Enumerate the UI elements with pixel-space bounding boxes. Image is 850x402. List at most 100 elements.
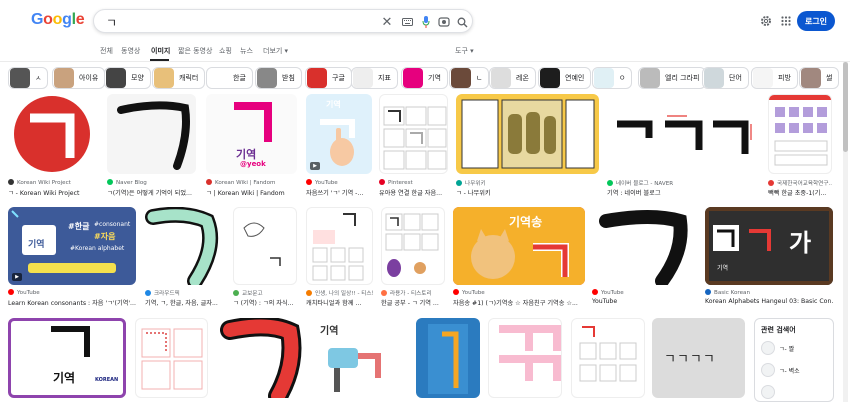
result-image[interactable] [218,318,305,398]
filter-chip[interactable]: 엘리 그라피 [638,67,707,89]
result-image[interactable] [107,94,196,174]
result-title[interactable]: 자음송 #1) (ㄱ)기역송 ☆ 자음친구 기역송 ☆... [453,298,585,307]
result-title[interactable]: 기역 : 네이버 블로그 [607,188,759,197]
result-image[interactable] [416,318,480,398]
tab-videos[interactable]: 동영상 [121,46,140,56]
filter-chip[interactable]: ㄴ [449,67,490,89]
tab-all[interactable]: 전체 [100,46,113,56]
result-image[interactable] [488,318,562,398]
result-title[interactable]: 자음쓰기 'ㄱ' 기역 -... [306,188,372,197]
filter-chip[interactable]: 지표 [351,67,398,89]
result-title[interactable]: Korean Alphabets Hangeul 03: Basic Con..… [705,298,833,305]
result-image[interactable]: 기역 KOREAN [8,318,126,398]
result-image[interactable] [456,94,599,174]
filter-chip[interactable]: ㅇ [592,67,633,89]
result-title[interactable]: ㄱ(기역)은 어떻게 기억이 되었... [107,188,196,197]
result-card[interactable]: Naver Blog ㄱ(기역)은 어떻게 기억이 되었... [107,94,196,198]
filter-chip[interactable]: ㅅ [8,67,49,89]
result-image[interactable]: 기역 ▶ [306,94,372,174]
result-title[interactable]: 기역, ㄱ, 한글, 자음, 글자... [145,298,224,307]
result-card[interactable]: 라용가 - 티스토리 한글 공부 - ㄱ 기역 ... [381,207,445,309]
scrollbar-thumb[interactable] [843,62,848,152]
result-card[interactable]: Pinterest 유아용 연결 한글 자음... [379,94,448,198]
result-card[interactable]: 기역 #한글 #consonant #자음 #Korean alphabet ▶… [8,207,136,309]
result-image[interactable] [233,207,297,285]
result-image[interactable]: 가 기역 [705,207,833,285]
result-title[interactable]: ㄱ - Korean Wiki Project [8,188,96,197]
filter-chip[interactable]: 레온 [489,67,536,89]
keyboard-icon[interactable] [400,15,414,29]
result-image[interactable]: 기역 #한글 #consonant #자음 #Korean alphabet ▶ [8,207,136,285]
search-box[interactable]: ㄱ ✕ [93,9,473,33]
result-image[interactable]: 기역송 [453,207,585,285]
result-card[interactable]: 인생, 나의 일상!! - 티스토리 캐치타니얼과 함께 ... [306,207,373,309]
filter-chip[interactable]: 모양 [104,67,151,89]
result-card[interactable]: 기역 ▶ YouTube 자음쓰기 'ㄱ' 기역 -... [306,94,372,198]
filter-chip[interactable]: 썰 [799,67,840,89]
result-image[interactable] [8,94,96,174]
result-title[interactable]: ㄱ - 나무위키 [456,188,599,197]
google-logo[interactable]: Google [31,11,85,29]
related-item[interactable] [761,385,831,399]
result-card[interactable]: 기역 KOREAN [8,318,126,402]
result-card[interactable]: 기역 @yeok Korean Wiki | Fandom ㄱ | Korean… [206,94,297,198]
tab-images[interactable]: 이미지 [151,46,170,56]
settings-icon[interactable] [758,13,774,29]
result-image[interactable] [379,94,448,174]
filter-chip[interactable]: 구글 [305,67,352,89]
result-image[interactable] [381,207,445,285]
filter-chip[interactable]: 아이유 [52,67,106,89]
result-title[interactable]: YouTube [592,298,697,305]
result-title[interactable]: 빽빽 한글 초중-1(기... [768,188,832,197]
result-image[interactable] [607,94,759,174]
result-card[interactable]: 국제한국어교육학연구... 빽빽 한글 초중-1(기... [768,94,832,198]
filter-chip[interactable]: 받침 [255,67,302,89]
filter-chip[interactable]: 피방 [751,67,798,89]
filter-chip[interactable]: 기역 [401,67,448,89]
result-card[interactable]: YouTube YouTube [592,207,697,309]
result-title[interactable]: ㄱ (기역) : ㄱ의 자식... [233,298,297,307]
result-image[interactable] [592,207,697,285]
search-input[interactable]: ㄱ [106,14,117,31]
result-image[interactable] [768,94,832,174]
result-image[interactable] [145,207,224,285]
filter-chip[interactable]: 캐릭터 [152,67,206,89]
result-image[interactable]: 기역 @yeok [206,94,297,174]
tab-short-videos[interactable]: 짧은 동영상 [178,46,212,56]
clear-icon[interactable]: ✕ [380,15,394,30]
result-title[interactable]: Learn Korean consonants : 자음 'ㄱ'(기역'... [8,298,136,307]
result-card[interactable] [135,318,208,402]
result-card[interactable]: 가 기역 Basic Korean Korean Alphabets Hange… [705,207,833,309]
result-image[interactable] [571,318,645,398]
tab-more[interactable]: 더보기 ▾ [263,46,288,56]
result-card[interactable]: 크라우드픽 기역, ㄱ, 한글, 자음, 글자... [145,207,224,309]
result-card[interactable] [218,318,305,402]
result-card[interactable]: 나무위키 ㄱ - 나무위키 [456,94,599,198]
apps-icon[interactable] [778,13,794,29]
filter-chip[interactable]: 연예인 [538,67,592,89]
result-card[interactable] [488,318,562,402]
related-item[interactable]: ㄱ- 벽소 [761,363,831,377]
search-icon[interactable] [455,15,469,29]
result-card[interactable]: Korean Wiki Project ㄱ - Korean Wiki Proj… [8,94,96,198]
result-card[interactable]: 네이버 블로그 - NAVER 기역 : 네이버 블로그 [607,94,759,198]
filter-chip[interactable]: 한글 [206,67,253,89]
scrollbar[interactable] [843,62,848,402]
result-image[interactable] [306,207,373,285]
result-card[interactable]: 기역송 YouTube 자음송 #1) (ㄱ)기역송 ☆ 자음친구 기역송 ☆.… [453,207,585,309]
tools-button[interactable]: 도구 ▾ [455,46,474,56]
result-card[interactable] [571,318,645,402]
result-title[interactable]: 한글 공부 - ㄱ 기역 ... [381,298,445,307]
lens-icon[interactable] [437,15,451,29]
tab-news[interactable]: 뉴스 [240,46,253,56]
result-card[interactable]: ㄱㄱㄱㄱ [652,318,745,402]
result-card[interactable]: 기역 [314,318,407,402]
login-button[interactable]: 로그인 [797,11,835,31]
related-item[interactable]: ㄱ- 짤 [761,341,831,355]
filter-chip[interactable]: 단어 [702,67,749,89]
result-card[interactable] [416,318,480,402]
result-image[interactable] [135,318,208,398]
microphone-icon[interactable] [419,15,433,29]
result-image[interactable]: ㄱㄱㄱㄱ [652,318,745,398]
result-title[interactable]: 유아용 연결 한글 자음... [379,188,448,197]
